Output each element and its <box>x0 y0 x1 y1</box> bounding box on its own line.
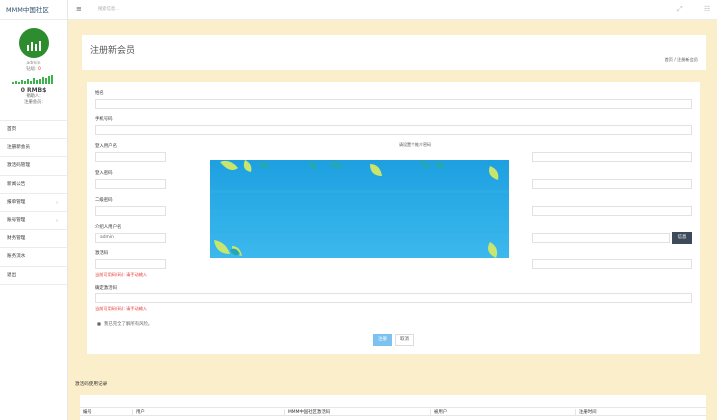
activation-code-extra-input[interactable] <box>532 259 692 269</box>
settings-icon[interactable]: ☷ <box>704 5 710 13</box>
nav-register-member[interactable]: 注册新会员 <box>0 139 67 158</box>
login-password-label: 登入密码 <box>95 171 113 176</box>
activation-code-hint: 当前可用码(码): 请手动输入 <box>95 272 148 277</box>
nav-news[interactable]: 新闻公告 <box>0 176 67 194</box>
login-username-input[interactable] <box>95 152 166 162</box>
nav-orders[interactable]: 报单管理 › <box>0 194 67 212</box>
brand-title: MMM中国社区 <box>0 0 67 20</box>
leaf-banner-image <box>210 160 509 258</box>
col-user: 用户 <box>132 409 145 416</box>
nav-finance[interactable]: 财务管理 <box>0 230 67 249</box>
nav-activation-codes[interactable]: 激活码管理 <box>0 157 67 176</box>
leaf-pattern-icon <box>210 160 509 258</box>
login-username-extra-input[interactable] <box>532 152 692 162</box>
page-title: 注册新会员 <box>90 46 136 56</box>
avatar[interactable] <box>18 28 49 58</box>
activity-sparkline <box>11 75 56 84</box>
second-password-label: 二级密码 <box>95 198 113 203</box>
breadcrumb[interactable]: 首页 / 注册新会员 <box>665 57 698 63</box>
referrer-label: 介绍人用户名 <box>95 225 122 230</box>
col-used-by: 被用户 <box>430 409 447 416</box>
sidebar: MMM中国社区 admin 钻级: 0 0 RMB$ 捐助人: 注册会员: 首页… <box>0 0 68 420</box>
second-password-input[interactable] <box>95 206 166 216</box>
nav-ledger[interactable]: 账务流水 <box>0 248 67 267</box>
fullscreen-icon[interactable]: ⤢ <box>677 5 683 14</box>
chevron-right-icon: › <box>56 199 58 206</box>
name-label: 姓名 <box>95 91 104 96</box>
confirm-code-hint: 当前可用码(码): 请手动输入 <box>95 306 148 311</box>
page-header: 注册新会员 首页 / 注册新会员 <box>82 35 706 70</box>
top-search-input[interactable]: 搜索信息... <box>98 6 119 12</box>
col-id: 编号 <box>83 410 92 415</box>
second-password-extra-input[interactable] <box>532 206 692 216</box>
nav-home[interactable]: 首页 <box>0 121 67 140</box>
logo-icon <box>26 41 41 51</box>
login-password-extra-input[interactable] <box>532 179 692 189</box>
name-input[interactable] <box>95 99 692 109</box>
cancel-button[interactable]: 取消 <box>395 334 414 346</box>
verify-button[interactable]: 信息 <box>672 232 692 244</box>
referrer-extra-input[interactable] <box>532 233 670 243</box>
activation-code-input[interactable] <box>95 259 166 269</box>
records-table: 编号 用户 MMM中国社区激活码 被用户 注册时间 <box>80 395 706 420</box>
profile-panel: admin 钻级: 0 0 RMB$ 捐助人: 注册会员: <box>0 20 67 121</box>
partial-label: 请设置个推介密码 <box>399 142 431 147</box>
confirm-code-input[interactable] <box>95 293 692 303</box>
records-title: 激活码使用记录 <box>75 382 108 387</box>
nav-accounts[interactable]: 账号管理 › <box>0 212 67 231</box>
profile-amount: 0 RMB$ <box>20 87 47 94</box>
radio-icon <box>97 321 101 326</box>
referrer-input[interactable]: admin <box>95 233 166 243</box>
col-code: MMM中国社区激活码 <box>284 409 330 416</box>
login-username-label: 登入用户名 <box>95 144 117 149</box>
login-password-input[interactable] <box>95 179 166 189</box>
nav-logout[interactable]: 退出 <box>0 267 67 285</box>
col-register-time: 注册时间 <box>575 409 597 416</box>
phone-label: 手机号码 <box>95 117 113 122</box>
agree-checkbox[interactable]: 我已完全了解所有风险。 <box>97 321 152 327</box>
confirm-code-label: 确定激活码 <box>95 286 117 291</box>
topbar: ≡ 搜索信息... ⤢ ☷ <box>68 0 717 20</box>
chevron-right-icon: › <box>56 217 58 224</box>
menu-toggle-icon[interactable]: ≡ <box>76 5 82 13</box>
records-table-header: 编号 用户 MMM中国社区激活码 被用户 注册时间 <box>80 407 706 416</box>
activation-code-label: 激活码 <box>95 251 109 256</box>
phone-input[interactable] <box>95 125 692 135</box>
register-button[interactable]: 注册 <box>373 334 392 346</box>
profile-stat-members: 注册会员: <box>24 99 43 105</box>
profile-level: 钻级: 0 <box>26 67 41 72</box>
